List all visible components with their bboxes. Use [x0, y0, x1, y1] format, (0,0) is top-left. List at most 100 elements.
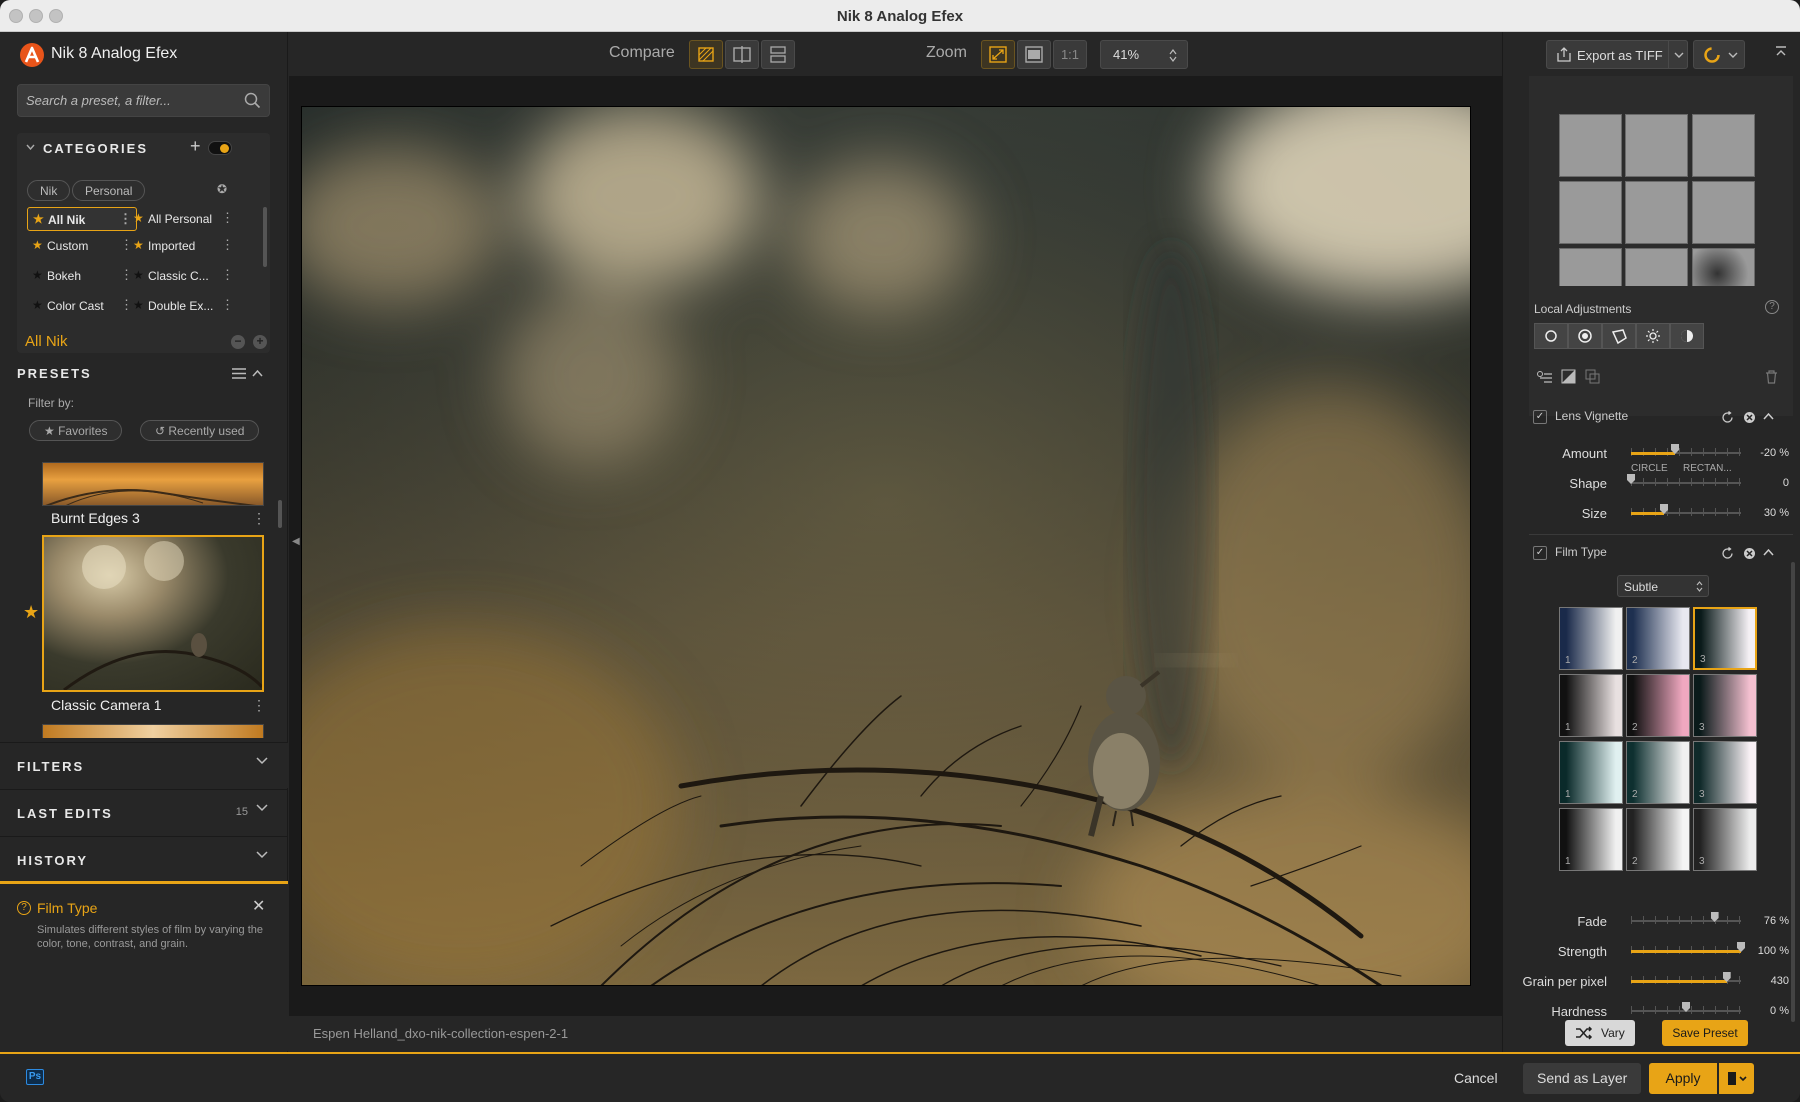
favorite-star-icon[interactable]: ★: [23, 602, 39, 623]
zoom-fit-button[interactable]: [981, 40, 1015, 69]
brush-button[interactable]: [1568, 323, 1602, 349]
reset-icon[interactable]: [1721, 547, 1734, 560]
category-custom[interactable]: ★ Custom ⋮: [27, 234, 137, 258]
send-as-layer-button[interactable]: Send as Layer: [1523, 1063, 1642, 1094]
film-type-thumbnail[interactable]: 3: [1693, 674, 1757, 737]
collapse-left-panel-icon[interactable]: ◀: [292, 536, 300, 547]
preset-thumbnail-burnt-edges[interactable]: [42, 462, 264, 506]
filters-section[interactable]: FILTERS: [0, 742, 288, 788]
color-mask-button[interactable]: [1670, 323, 1704, 349]
film-type-thumbnail[interactable]: 1: [1559, 808, 1623, 871]
favorite-filter-icon[interactable]: ✪: [217, 182, 227, 196]
film-type-thumbnail[interactable]: 2: [1626, 808, 1690, 871]
grain-thumbnail[interactable]: [1692, 114, 1755, 177]
category-bokeh[interactable]: ★ Bokeh ⋮: [27, 264, 137, 288]
compare-single-button[interactable]: [689, 40, 723, 69]
strength-slider[interactable]: [1631, 940, 1745, 960]
last-edits-section[interactable]: LAST EDITS 15: [0, 789, 288, 835]
favorites-filter[interactable]: ★ Favorites: [29, 420, 123, 441]
grain-thumbnail[interactable]: [1559, 114, 1622, 177]
export-button[interactable]: Export as TIFF: [1546, 40, 1688, 69]
reset-icon[interactable]: [1721, 411, 1734, 424]
grain-thumbnail[interactable]: [1625, 114, 1688, 177]
apply-options-dropdown[interactable]: [1719, 1063, 1754, 1094]
more-icon[interactable]: ⋮: [221, 297, 234, 313]
chevron-down-icon[interactable]: [256, 804, 268, 812]
apply-button[interactable]: Apply: [1649, 1063, 1717, 1094]
close-icon[interactable]: ✕: [252, 896, 265, 916]
luminosity-button[interactable]: [1636, 323, 1670, 349]
preset-thumbnail-classic-camera[interactable]: [42, 535, 264, 692]
search-input[interactable]: [26, 85, 236, 116]
category-double-exposure[interactable]: ★ Double Ex... ⋮: [128, 294, 238, 318]
grain-thumbnail[interactable]: [1692, 181, 1755, 244]
add-icon[interactable]: +: [253, 335, 267, 349]
polygon-button[interactable]: [1602, 323, 1636, 349]
add-category-icon[interactable]: +: [190, 136, 201, 157]
film-type-thumbnail[interactable]: 1: [1559, 674, 1623, 737]
more-icon[interactable]: ⋮: [252, 510, 266, 527]
vary-button[interactable]: Vary: [1565, 1020, 1635, 1046]
chevron-down-icon[interactable]: [256, 851, 268, 859]
categories-scrollbar[interactable]: [263, 207, 267, 267]
chevron-up-icon[interactable]: [1763, 413, 1774, 420]
film-type-thumbnail[interactable]: 2: [1626, 607, 1690, 670]
list-view-icon[interactable]: [232, 368, 246, 379]
chevron-up-icon[interactable]: [1763, 549, 1774, 556]
trash-icon[interactable]: [1765, 370, 1778, 384]
delete-filter-icon[interactable]: [1743, 547, 1756, 560]
save-preset-button[interactable]: Save Preset: [1662, 1020, 1748, 1046]
film-type-thumbnail[interactable]: 3: [1693, 607, 1757, 670]
history-section[interactable]: HISTORY: [0, 836, 288, 882]
film-type-thumbnail[interactable]: 1: [1559, 741, 1623, 804]
compare-stacked-button[interactable]: [761, 40, 795, 69]
search-icon[interactable]: [244, 92, 261, 109]
more-icon[interactable]: ⋮: [221, 237, 234, 253]
category-classic-camera[interactable]: ★ Classic C... ⋮: [128, 264, 238, 288]
film-type-thumbnail[interactable]: 3: [1693, 741, 1757, 804]
more-icon[interactable]: ⋮: [252, 697, 266, 714]
compare-split-button[interactable]: [725, 40, 759, 69]
categories-toggle[interactable]: [208, 141, 232, 155]
delete-filter-icon[interactable]: [1743, 411, 1756, 424]
shape-slider[interactable]: [1627, 472, 1741, 492]
chevron-down-icon[interactable]: [26, 144, 35, 150]
more-icon[interactable]: ⋮: [221, 210, 234, 226]
film-type-thumbnail[interactable]: 3: [1693, 808, 1757, 871]
more-icon[interactable]: ⋮: [221, 267, 234, 283]
zoom-fill-button[interactable]: [1017, 40, 1051, 69]
cancel-button[interactable]: Cancel: [1440, 1063, 1512, 1094]
grain-thumbnail[interactable]: [1625, 181, 1688, 244]
film-type-checkbox[interactable]: ✓: [1533, 546, 1547, 560]
chevron-down-icon[interactable]: [256, 757, 268, 765]
category-color-cast[interactable]: ★ Color Cast ⋮: [27, 294, 137, 318]
photo[interactable]: [301, 106, 1471, 986]
category-imported[interactable]: ★ Imported ⋮: [128, 234, 238, 258]
presets-scrollbar[interactable]: [278, 500, 282, 528]
tab-personal[interactable]: Personal: [72, 180, 146, 201]
amount-slider[interactable]: [1631, 442, 1741, 462]
zoom-value-stepper[interactable]: 41%: [1100, 40, 1188, 69]
chevron-up-icon[interactable]: [252, 370, 263, 377]
duplicate-icon[interactable]: [1585, 369, 1600, 384]
right-panel-scrollbar[interactable]: [1791, 562, 1795, 1022]
film-type-thumbnail[interactable]: 1: [1559, 607, 1623, 670]
tab-nik[interactable]: Nik: [27, 180, 71, 201]
film-mode-select[interactable]: Subtle: [1617, 575, 1709, 597]
grain-thumbnail[interactable]: [1559, 181, 1622, 244]
sync-options-button[interactable]: [1693, 40, 1745, 69]
hardness-slider[interactable]: [1631, 1000, 1741, 1020]
control-point-button[interactable]: [1534, 323, 1568, 349]
export-dropdown[interactable]: [1668, 40, 1688, 69]
mask-list-icon[interactable]: [1537, 371, 1552, 383]
film-type-thumbnail[interactable]: 2: [1626, 674, 1690, 737]
lens-vignette-checkbox[interactable]: ✓: [1533, 410, 1547, 424]
fade-slider[interactable]: [1631, 910, 1741, 930]
grain-slider[interactable]: [1631, 970, 1741, 990]
size-slider[interactable]: [1631, 502, 1741, 522]
collapse-all-icon[interactable]: [1775, 46, 1787, 58]
help-icon[interactable]: ?: [1765, 300, 1779, 314]
recently-used-filter[interactable]: ↺ Recently used: [140, 420, 260, 441]
category-all-personal[interactable]: ★ All Personal ⋮: [128, 207, 238, 231]
category-all-nik[interactable]: ★ All Nik ⋮: [27, 207, 137, 231]
